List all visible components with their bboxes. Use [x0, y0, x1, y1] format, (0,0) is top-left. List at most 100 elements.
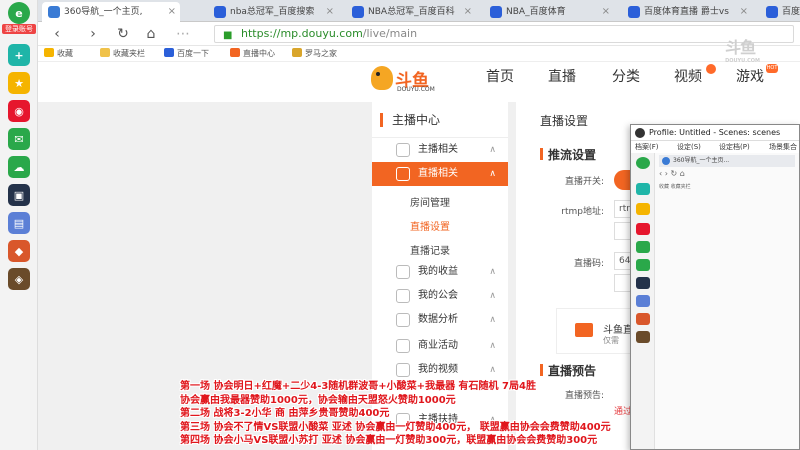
notes-icon[interactable]: ▤ [8, 212, 30, 234]
nav-home[interactable]: 首页 [486, 66, 514, 86]
submenu-records[interactable]: 直播记录 [410, 242, 450, 257]
menu-item-anchor[interactable]: 主播相关 ∧ [372, 138, 508, 162]
promo-title: 斗鱼直 [603, 325, 633, 336]
bookmark-label: 百度一下 [177, 49, 209, 58]
url-input[interactable]: ■ https://mp.douyu.com/live/main [214, 25, 794, 43]
menu-item-business[interactable]: 商业活动 ∧ [372, 334, 508, 358]
app-icon-game [636, 331, 650, 343]
coin-icon [396, 265, 410, 279]
obs-preview-tab: 360导航_一个主页... [659, 155, 795, 167]
tab-close-icon[interactable]: × [602, 2, 610, 22]
menu-dots-icon[interactable]: ⋯ [174, 25, 192, 43]
back-icon[interactable]: ‹ [48, 25, 66, 43]
submenu-live-settings[interactable]: 直播设置 [410, 218, 450, 233]
url-host: mp.douyu.com [280, 27, 363, 40]
obs-menu-scenes[interactable]: 场景集合 [769, 142, 797, 152]
nav-video[interactable]: 视频 [674, 66, 702, 86]
menu-item-label: 我的视频 [418, 364, 458, 375]
obs-preview-bookmarks: 收藏 收藏夹栏 [659, 184, 691, 190]
chart-icon [396, 313, 410, 327]
baidu-icon [214, 6, 226, 18]
tab-1[interactable]: nba总冠军_百度搜索 × [208, 2, 338, 22]
mail-icon[interactable]: ✉ [8, 128, 30, 150]
menu-item-guild[interactable]: 我的公会 ∧ [372, 284, 508, 308]
submenu-room[interactable]: 房间管理 [410, 194, 450, 209]
section-stream-settings: 推流设置 [540, 146, 596, 163]
tab-2[interactable]: NBA总冠军_百度百科 × [346, 2, 476, 22]
tab-5[interactable]: 百度 [760, 2, 800, 22]
menu-item-income[interactable]: 我的收益 ∧ [372, 260, 508, 284]
menu-item-label: 商业活动 [418, 340, 458, 351]
douyu-promo-card[interactable]: 斗鱼直 仅需 [556, 308, 636, 354]
bookmark-baidu[interactable]: 百度一下 [164, 48, 209, 59]
browser-logo-icon[interactable]: e [8, 2, 30, 24]
shield-icon [396, 289, 410, 303]
chevron-up-icon: ∧ [489, 365, 496, 375]
tab-close-icon[interactable]: × [464, 2, 472, 22]
tab-title: 百度 [782, 7, 800, 17]
tab-close-icon[interactable]: × [326, 2, 334, 22]
chevron-up-icon: ∧ [489, 291, 496, 301]
home-icon[interactable]: ⌂ [142, 25, 160, 43]
weibo-icon[interactable]: ◉ [8, 100, 30, 122]
douyu-logo[interactable]: 斗鱼 DOUYU.COM [371, 66, 451, 93]
star-icon[interactable]: ★ [8, 72, 30, 94]
menu-item-analytics[interactable]: 数据分析 ∧ [372, 308, 508, 332]
login-label[interactable]: 登录账号 [2, 24, 36, 34]
watermark-text: 斗鱼 [725, 38, 756, 57]
cloud-icon[interactable]: ☁ [8, 156, 30, 178]
refresh-icon[interactable]: ↻ [114, 25, 132, 43]
menu-item-videos[interactable]: 我的视频 ∧ [372, 358, 508, 382]
obs-preview: 360导航_一个主页... ‹ › ↻ ⌂ 收藏 收藏夹栏 [631, 153, 799, 449]
address-bar: ‹ › ↻ ⌂ ⋯ ■ https://mp.douyu.com/live/ma… [38, 22, 800, 46]
browser-logo-icon [636, 157, 650, 169]
star-icon [636, 203, 650, 215]
browser-sidebar: e 登录账号 + ★ ◉ ✉ ☁ ▣ ▤ ◆ ◈ [0, 0, 38, 450]
video-badge-icon [706, 64, 716, 74]
obs-menu-settings[interactable]: 设定(S) [677, 142, 701, 152]
obs-menubar: 档案(F) 设定(S) 设定档(P) 场景集合 [631, 141, 799, 153]
code-label: 直播码: [573, 259, 604, 269]
obs-title: Profile: Untitled - Scenes: scenes [649, 128, 781, 137]
nav-live[interactable]: 直播 [548, 66, 576, 86]
app-icon-orange[interactable]: ◆ [8, 240, 30, 262]
briefcase-icon [396, 339, 410, 353]
bookmark-roma[interactable]: 罗马之家 [292, 48, 337, 59]
tab-title: nba总冠军_百度搜索 [230, 7, 315, 17]
bookmark-label: 罗马之家 [305, 49, 337, 58]
bookmark-live[interactable]: 直播中心 [230, 48, 275, 59]
camera-icon [575, 323, 593, 337]
logo-sub: DOUYU.COM [397, 86, 435, 93]
plus-icon[interactable]: + [8, 44, 30, 66]
menu-item-label: 数据分析 [418, 314, 458, 325]
tab-3[interactable]: NBA_百度体育 × [484, 2, 614, 22]
app-icon-game[interactable]: ◈ [8, 268, 30, 290]
nav-category[interactable]: 分类 [612, 66, 640, 86]
game-icon[interactable]: ▣ [8, 184, 30, 206]
menu-item-label: 我的收益 [418, 266, 458, 277]
obs-titlebar[interactable]: Profile: Untitled - Scenes: scenes [631, 125, 799, 141]
notes-icon [636, 295, 650, 307]
app-icon-orange [636, 313, 650, 325]
tab-4[interactable]: 百度体育直播 爵士vs × [622, 2, 752, 22]
obs-preview-nav: ‹ › ↻ ⌂ [659, 169, 685, 178]
obs-menu-file[interactable]: 档案(F) [635, 142, 659, 152]
chevron-up-icon: ∧ [489, 169, 496, 179]
baidu-icon [628, 6, 640, 18]
forward-icon[interactable]: › [84, 25, 102, 43]
tab-close-icon[interactable]: × [740, 2, 748, 22]
tab-close-icon[interactable]: × [168, 2, 176, 22]
menu-item-label: 直播相关 [418, 168, 458, 179]
url-scheme: https:// [241, 27, 281, 40]
obs-icon [635, 128, 645, 138]
menu-item-live[interactable]: 直播相关 ∧ [372, 162, 508, 186]
tab-title: 百度体育直播 爵士vs [644, 7, 729, 17]
bookmark-folder[interactable]: 收藏夹栏 [100, 48, 145, 59]
bookmark-favorites[interactable]: 收藏 [44, 48, 73, 59]
douyu-header: 斗鱼 DOUYU.COM 首页 直播 分类 视频 游戏 HOT [38, 62, 800, 102]
match-schedule-overlay: 第一场 协会明日+红魔+二少4-3随机群波哥+小酸菜+我最器 有石随机 7局4胜… [180, 380, 611, 448]
tab-0[interactable]: 360导航_一个主页, × [42, 2, 180, 22]
obs-menu-profile[interactable]: 设定档(P) [719, 142, 750, 152]
nav-game[interactable]: 游戏 [736, 66, 764, 86]
weibo-icon [636, 223, 650, 235]
